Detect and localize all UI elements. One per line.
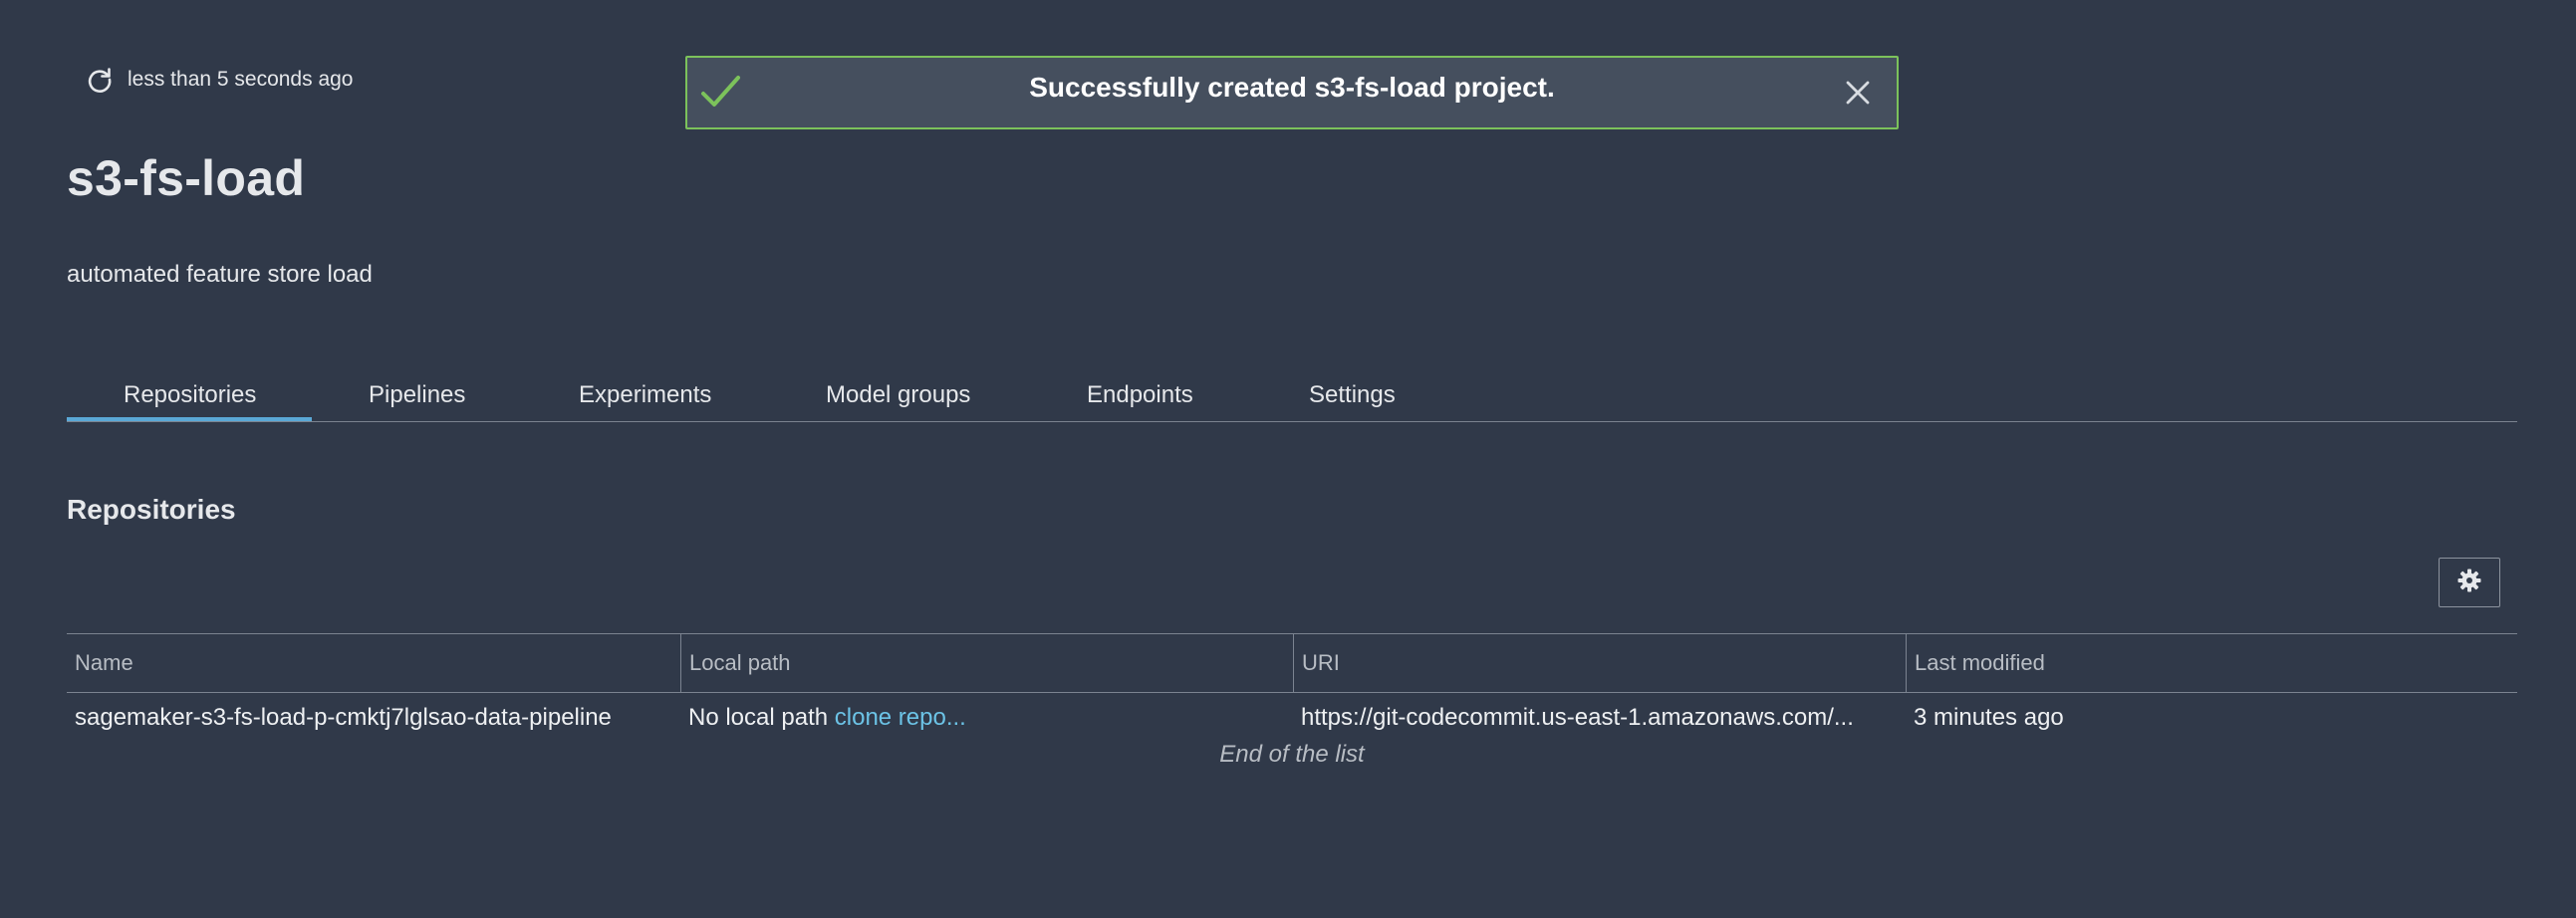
tab-experiments[interactable]: Experiments [579,381,711,409]
table-header: Name Local path URI Last modified [67,633,2517,693]
section-heading: Repositories [67,494,236,525]
tab-pipelines[interactable]: Pipelines [369,381,465,409]
tab-bar: Repositories Pipelines Experiments Model… [67,369,2517,422]
tab-model-groups[interactable]: Model groups [826,381,970,409]
close-icon[interactable] [1845,80,1871,111]
repositories-table: Name Local path URI Last modified sagema… [67,633,2517,768]
end-of-list: End of the list [1219,741,1365,768]
column-header-uri[interactable]: URI [1293,634,1906,692]
tab-settings[interactable]: Settings [1309,381,1396,409]
table-settings-button[interactable] [2439,558,2500,607]
repo-name-cell[interactable]: sagemaker-s3-fs-load-p-cmktj7lglsao-data… [67,693,680,743]
column-header-last-modified[interactable]: Last modified [1906,634,2517,692]
uri-cell: https://git-codecommit.us-east-1.amazona… [1301,704,1854,731]
local-path-text: No local path [688,704,829,731]
table-row[interactable]: sagemaker-s3-fs-load-p-cmktj7lglsao-data… [67,693,2517,743]
tab-repositories[interactable]: Repositories [124,381,256,409]
active-tab-indicator [67,417,312,421]
local-path-cell: No local path clone repo... [680,693,1293,743]
clone-repo-link[interactable]: clone repo... [835,704,966,731]
banner-message: Successfully created s3-fs-load project. [1029,72,1555,103]
success-banner: Successfully created s3-fs-load project. [685,56,1899,129]
refresh-label: less than 5 seconds ago [128,68,354,91]
project-page: less than 5 seconds ago Successfully cre… [0,0,2576,918]
gear-icon [2456,568,2482,598]
tab-endpoints[interactable]: Endpoints [1087,381,1193,409]
column-header-name[interactable]: Name [67,634,680,692]
page-title: s3-fs-load [67,150,306,206]
refresh-status: less than 5 seconds ago [86,66,354,94]
refresh-icon[interactable] [86,66,114,94]
project-description: automated feature store load [67,261,373,288]
last-modified-cell: 3 minutes ago [1914,704,2064,731]
column-header-local-path[interactable]: Local path [680,634,1293,692]
